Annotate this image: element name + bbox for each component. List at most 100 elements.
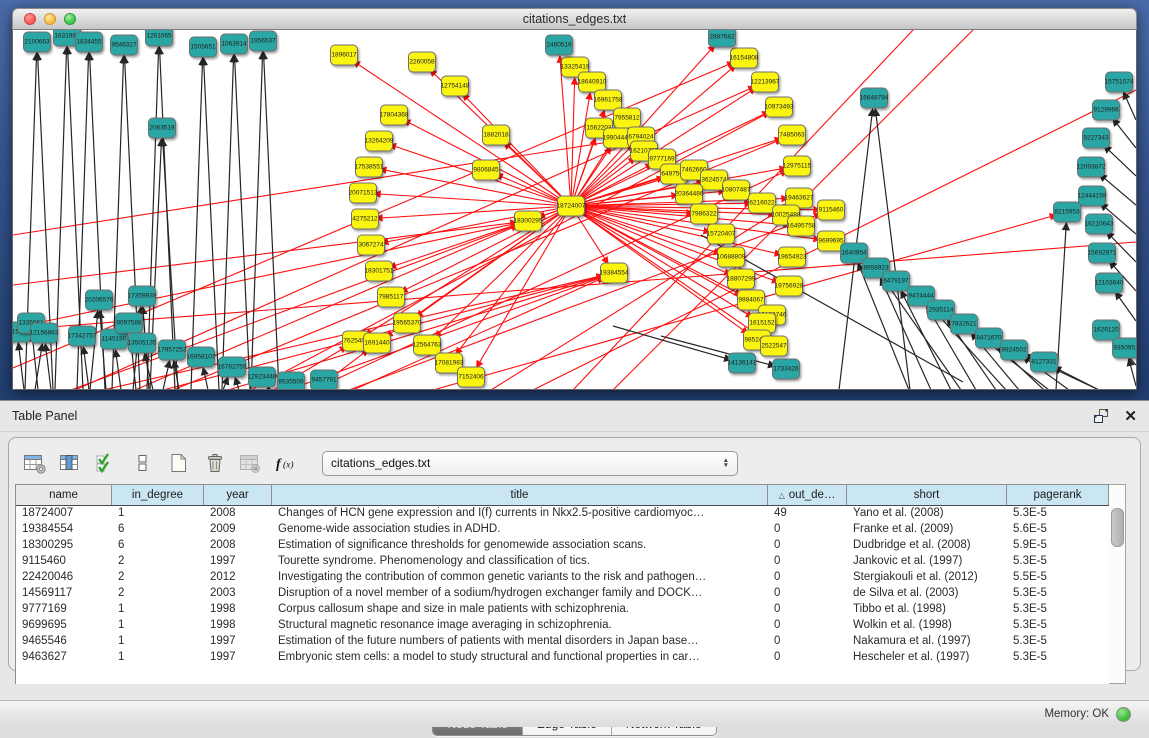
graph-node[interactable]: 12975115 <box>783 156 811 177</box>
column-header-short[interactable]: short <box>847 485 1007 505</box>
graph-node[interactable]: 14136141 <box>728 353 756 374</box>
graph-node[interactable]: 12444159 <box>1078 186 1106 207</box>
graph-node[interactable]: 7985117 <box>377 287 405 308</box>
float-panel-icon[interactable] <box>1092 407 1110 425</box>
table-row[interactable]: 1830029562008Estimation of significance … <box>16 538 1109 554</box>
graph-node[interactable]: 9546327 <box>110 35 138 56</box>
graph-node[interactable]: 2522547 <box>760 336 788 357</box>
table-scrollbar[interactable] <box>1109 484 1126 684</box>
graph-node[interactable]: 16782759 <box>218 357 246 378</box>
graph-node[interactable]: 19565370 <box>393 313 421 334</box>
table-row[interactable]: 2242004622012Investigating the contribut… <box>16 570 1109 586</box>
graph-node[interactable]: 16958107 <box>187 347 215 368</box>
graph-node[interactable]: 9097588 <box>115 313 143 334</box>
graph-node[interactable]: 7832621 <box>950 314 978 335</box>
network-canvas[interactable]: 1872400718300295193845542260058127541481… <box>12 30 1137 390</box>
graph-node[interactable]: 1691440 <box>363 333 391 354</box>
graph-node[interactable]: 19384554 <box>600 263 628 284</box>
graph-node[interactable]: 19654923 <box>778 247 806 268</box>
graph-node[interactable]: 20364486 <box>675 184 703 205</box>
table-row[interactable]: 1938455462009Genome-wide association stu… <box>16 522 1109 538</box>
network-window-titlebar[interactable]: citations_edges.txt <box>12 8 1137 30</box>
graph-node[interactable]: 20206576 <box>85 290 113 311</box>
graph-node[interactable]: 9350951 <box>1112 338 1137 359</box>
graph-node[interactable]: 13505135 <box>128 333 156 354</box>
graph-node[interactable]: 7986322 <box>690 204 718 225</box>
table-selector-dropdown[interactable]: citations_edges.txt ▲▼ <box>322 451 738 476</box>
graph-node[interactable]: 9129966 <box>1092 100 1120 121</box>
graph-node[interactable]: 17538551 <box>355 157 383 178</box>
graph-node[interactable]: 18301751 <box>365 261 393 282</box>
graph-node[interactable]: 15751074 <box>1105 72 1133 93</box>
select-all-icon[interactable] <box>92 449 122 477</box>
graph-node[interactable]: 12213967 <box>751 72 779 93</box>
graph-node[interactable]: 19756928 <box>775 276 803 297</box>
graph-node[interactable]: 1505651 <box>189 37 217 58</box>
graph-node[interactable]: 9227343 <box>1082 128 1110 149</box>
graph-node[interactable]: 15692971 <box>1088 243 1116 264</box>
unselect-all-icon[interactable] <box>128 449 158 477</box>
graph-node[interactable]: 12156863 <box>30 323 58 344</box>
table-row[interactable]: 1456911722003Disruption of a novel membe… <box>16 586 1109 602</box>
column-header-name[interactable]: name <box>16 485 112 505</box>
graph-node[interactable]: 9806845 <box>472 160 500 181</box>
graph-node[interactable]: 9535509 <box>277 372 305 391</box>
graph-node[interactable]: 8127331 <box>1030 352 1058 373</box>
show-columns-icon[interactable] <box>56 449 86 477</box>
column-header-out_de[interactable]: △out_de… <box>768 485 847 505</box>
graph-node[interactable]: 1261065 <box>145 30 173 47</box>
column-header-year[interactable]: year <box>204 485 272 505</box>
graph-node[interactable]: 13264209 <box>365 131 393 152</box>
delete-table-icon[interactable] <box>236 449 266 477</box>
graph-node[interactable]: 7485063 <box>778 125 806 146</box>
table-row[interactable]: 946554611997Estimation of the future num… <box>16 634 1109 650</box>
graph-node[interactable]: 10807487 <box>722 180 750 201</box>
function-builder-icon[interactable]: f(x) <box>272 449 302 477</box>
graph-node[interactable]: 17342757 <box>68 326 96 347</box>
table-mode-icon[interactable] <box>20 449 50 477</box>
graph-node[interactable]: 10973493 <box>765 97 793 118</box>
column-header-title[interactable]: title <box>272 485 768 505</box>
graph-node[interactable]: 1882018 <box>482 125 510 146</box>
graph-node[interactable]: 7152406 <box>457 367 485 388</box>
graph-node[interactable]: 9115460 <box>817 200 845 221</box>
graph-node[interactable]: 18300295 <box>514 211 542 232</box>
graph-node[interactable]: 2260058 <box>408 52 436 73</box>
graph-node[interactable]: 8215953 <box>1053 202 1081 223</box>
close-window-button[interactable] <box>24 13 36 25</box>
create-column-icon[interactable] <box>164 449 194 477</box>
table-scrollbar-thumb[interactable] <box>1111 508 1124 547</box>
graph-node[interactable]: 9457791 <box>310 370 338 391</box>
graph-node[interactable]: 16495758 <box>787 216 815 237</box>
graph-node[interactable]: 17359939 <box>128 286 156 307</box>
graph-node[interactable]: 16210643 <box>1085 214 1113 235</box>
graph-node[interactable]: 18807299 <box>727 269 755 290</box>
graph-node[interactable]: 3067274 <box>357 235 385 256</box>
graph-node[interactable]: 12103640 <box>1095 273 1123 294</box>
column-header-in_degree[interactable]: in_degree <box>112 485 204 505</box>
zoom-window-button[interactable] <box>64 13 76 25</box>
graph-node[interactable]: 2460516 <box>545 35 573 56</box>
graph-node[interactable]: 12093872 <box>1077 157 1105 178</box>
graph-node[interactable]: 17804368 <box>380 105 408 126</box>
close-panel-icon[interactable]: ✕ <box>1124 409 1137 424</box>
graph-node[interactable]: 1896017 <box>330 45 358 66</box>
delete-column-icon[interactable] <box>200 449 230 477</box>
graph-node[interactable]: 1956537 <box>249 31 277 52</box>
graph-node[interactable]: 16154808 <box>730 48 758 69</box>
table-row[interactable]: 977716911998Corpus callosum shape and si… <box>16 602 1109 618</box>
graph-node[interactable]: 15720407 <box>707 224 735 245</box>
graph-node[interactable]: 1834455 <box>75 32 103 53</box>
graph-node[interactable]: 9924502 <box>1000 340 1028 361</box>
table-row[interactable]: 911546021997Tourette syndrome. Phenomeno… <box>16 554 1109 570</box>
graph-node[interactable]: 17957253 <box>158 340 186 361</box>
table-row[interactable]: 969969511998Structural magnetic resonanc… <box>16 618 1109 634</box>
graph-node[interactable]: 2887682 <box>708 30 736 48</box>
graph-node[interactable]: 6479197 <box>882 271 910 292</box>
table-row[interactable]: 1872400712008Changes of HCN gene express… <box>16 506 1109 522</box>
graph-node[interactable]: 12923446 <box>248 367 276 388</box>
minimize-window-button[interactable] <box>44 13 56 25</box>
graph-node[interactable]: 4275212 <box>351 209 379 230</box>
graph-node[interactable]: 12754148 <box>441 76 469 97</box>
graph-node[interactable]: 8471670 <box>975 328 1003 349</box>
